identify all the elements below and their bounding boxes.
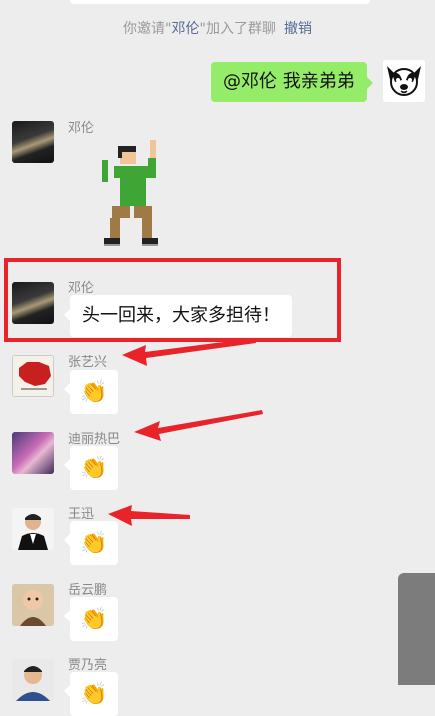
arrow-to-wangxun bbox=[108, 505, 190, 526]
clap-icon: 👏 bbox=[80, 681, 108, 707]
annotation-arrows bbox=[108, 338, 263, 526]
scrollbar-thumb[interactable] bbox=[398, 573, 435, 685]
arrow-to-zhangyixing bbox=[122, 338, 256, 366]
arrow-to-dilireba bbox=[134, 410, 263, 441]
